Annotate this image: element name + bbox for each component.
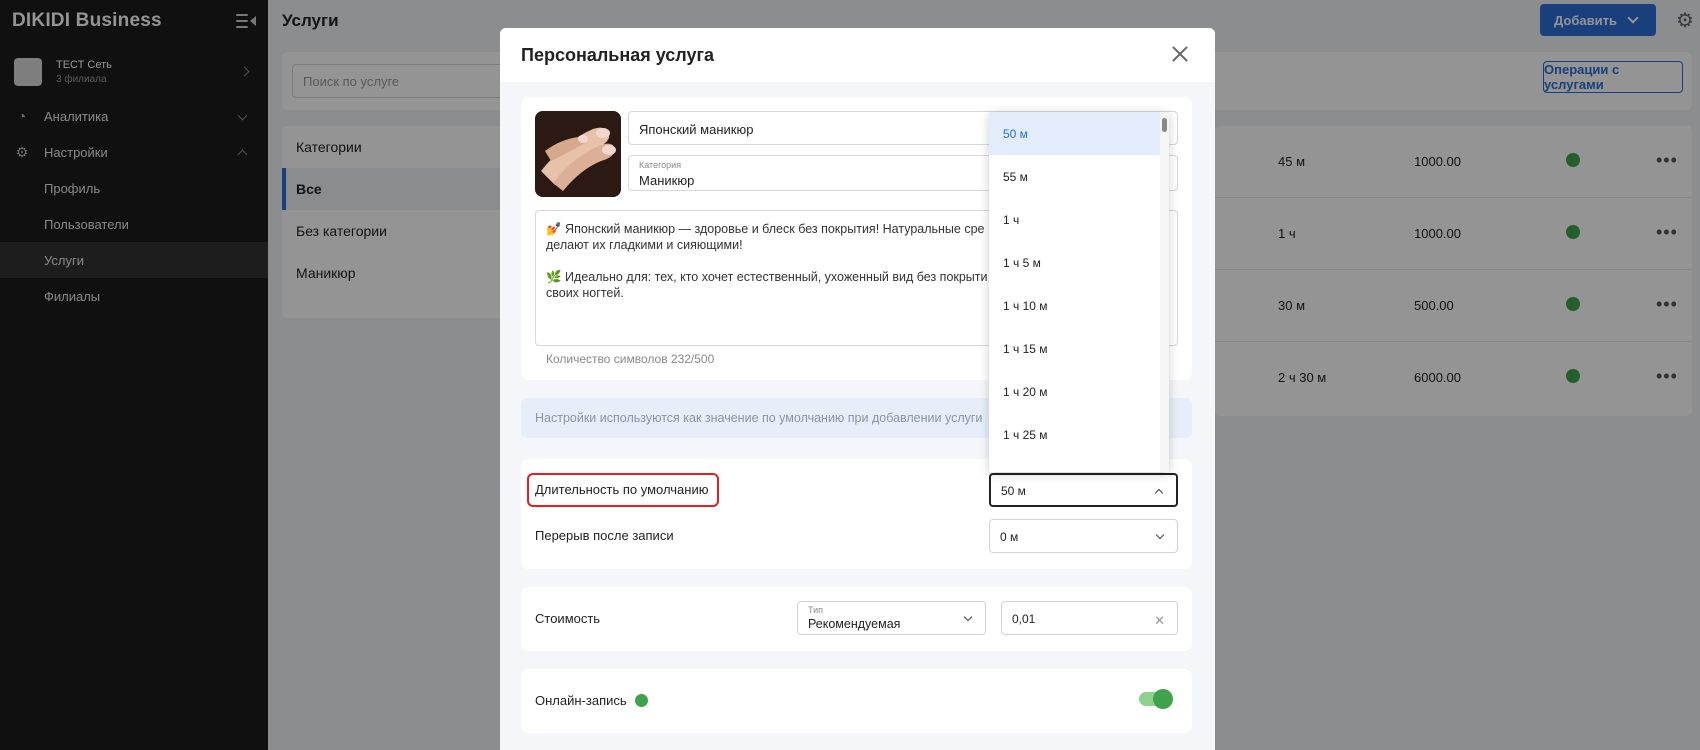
- service-name-value: Японский маникюр: [639, 122, 754, 137]
- description-line-2: делают их гладкими и сияющими!: [546, 238, 743, 252]
- online-booking-toggle[interactable]: [1139, 689, 1173, 709]
- dropdown-option[interactable]: 1 ч 10 м: [989, 284, 1169, 327]
- dropdown-option[interactable]: 1 ч 15 м: [989, 327, 1169, 370]
- chevron-up-icon: [1154, 488, 1164, 498]
- service-photo[interactable]: [535, 111, 621, 197]
- hand-image: [535, 111, 621, 197]
- chevron-down-icon: [963, 612, 973, 622]
- cost-card: Стоимость Тип Рекомендуемая 0,01 ✕: [521, 587, 1192, 651]
- online-booking-label: Онлайн-запись: [535, 693, 627, 708]
- modal-header: Персональная услуга: [500, 28, 1215, 82]
- close-icon[interactable]: [1171, 45, 1189, 63]
- break-after-select[interactable]: 0 м: [989, 519, 1178, 553]
- description-line-4: своих ногтей.: [546, 286, 624, 300]
- dropdown-option[interactable]: 1 ч 5 м: [989, 241, 1169, 284]
- cost-value-input[interactable]: 0,01 ✕: [1001, 601, 1178, 635]
- dropdown-option[interactable]: 1 ч: [989, 198, 1169, 241]
- cost-label: Стоимость: [535, 611, 601, 626]
- duration-card: Длительность по умолчанию 50 м Перерыв п…: [521, 459, 1192, 569]
- description-line-1: 💅 Японский маникюр — здоровье и блеск бе…: [546, 222, 985, 236]
- dropdown-option[interactable]: 50 м: [989, 112, 1169, 155]
- modal-title: Персональная услуга: [521, 44, 715, 65]
- info-text: Настройки используются как значение по у…: [535, 411, 983, 425]
- online-booking-card: Онлайн-запись: [521, 669, 1192, 733]
- dropdown-scrollbar[interactable]: [1162, 118, 1167, 132]
- cost-value: 0,01: [1012, 612, 1036, 626]
- online-booking-label-wrap: Онлайн-запись: [535, 693, 648, 708]
- cost-type-label: Тип: [808, 605, 824, 615]
- cost-type-select[interactable]: Тип Рекомендуемая: [797, 601, 986, 635]
- dropdown-option[interactable]: 1 ч 20 м: [989, 370, 1169, 413]
- category-value: Маникюр: [639, 173, 695, 188]
- break-after-label: Перерыв после записи: [535, 528, 674, 543]
- dropdown-option[interactable]: 1 ч 25 м: [989, 413, 1169, 456]
- dropdown-option[interactable]: 55 м: [989, 155, 1169, 198]
- category-label: Категория: [639, 160, 682, 170]
- globe-icon: [634, 694, 648, 707]
- cost-type-value: Рекомендуемая: [808, 617, 901, 631]
- description-line-3: 🌿 Идеально для: тех, кто хочет естествен…: [546, 270, 988, 284]
- default-duration-label: Длительность по умолчанию: [535, 482, 709, 497]
- dropdown-scroll-track[interactable]: [1160, 112, 1169, 472]
- clear-icon[interactable]: ✕: [1154, 613, 1165, 629]
- chevron-down-icon: [1155, 530, 1165, 540]
- duration-dropdown: 50 м 55 м 1 ч 1 ч 5 м 1 ч 10 м 1 ч 15 м …: [989, 112, 1169, 472]
- char-count: Количество символов 232/500: [546, 352, 715, 366]
- default-duration-select[interactable]: 50 м: [989, 473, 1178, 507]
- break-after-value: 0 м: [1000, 530, 1019, 544]
- default-duration-value: 50 м: [1001, 484, 1026, 498]
